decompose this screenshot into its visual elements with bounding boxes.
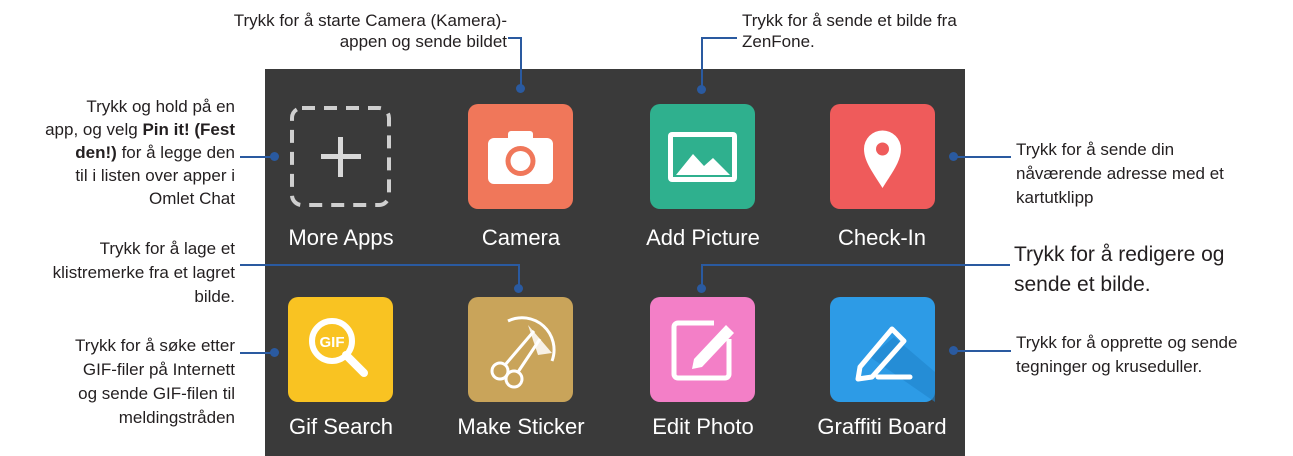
check-in-callout-line <box>953 156 1011 158</box>
add-picture-button[interactable] <box>650 104 755 209</box>
check-in-callout-dot <box>949 152 958 161</box>
more-apps-callout-line <box>240 156 273 158</box>
camera-icon <box>488 131 553 184</box>
check-in-button[interactable] <box>830 104 935 209</box>
camera-callout-dot <box>516 84 525 93</box>
camera-button[interactable] <box>468 104 573 209</box>
plus-icon <box>290 106 391 207</box>
graffiti-board-button[interactable] <box>830 297 935 402</box>
scissors-icon <box>490 316 556 389</box>
camera-callout-line-v <box>520 37 522 88</box>
graffiti-pen-icon <box>855 326 935 402</box>
add-picture-callout: Trykk for å sende et bilde fra ZenFone. <box>742 11 957 51</box>
gif-search-callout-dot <box>270 348 279 357</box>
check-in-callout: Trykk for å sende din nåværende adresse … <box>1016 140 1224 207</box>
camera-callout: Trykk for å starte Camera (Kamera)- appe… <box>233 11 507 51</box>
make-sticker-callout: Trykk for å lage et klistremerke fra et … <box>52 239 235 306</box>
gif-search-callout-line <box>240 352 273 354</box>
make-sticker-callout-line <box>240 264 520 266</box>
edit-photo-button[interactable] <box>650 297 755 402</box>
edit-photo-label: Edit Photo <box>652 414 754 439</box>
map-pin-icon <box>864 130 901 188</box>
add-picture-callout-dot <box>697 85 706 94</box>
add-picture-label: Add Picture <box>646 225 760 250</box>
add-picture-callout-line-v <box>701 37 703 89</box>
more-apps-callout-dot <box>270 152 279 161</box>
more-apps-callout: Trykk og hold på en app, og velg Pin it!… <box>45 97 235 208</box>
check-in-label: Check-In <box>837 225 927 250</box>
edit-photo-callout-dot <box>697 284 706 293</box>
make-sticker-button[interactable] <box>468 297 573 402</box>
graffiti-board-callout-dot <box>949 346 958 355</box>
make-sticker-label: Make Sticker <box>457 414 585 439</box>
gif-search-icon: GIF <box>309 318 368 377</box>
more-apps-button[interactable] <box>288 104 393 209</box>
camera-label: Camera <box>481 225 561 250</box>
edit-photo-callout: Trykk for å redigere og sende et bilde. <box>1014 243 1225 296</box>
gif-search-button[interactable]: GIF <box>288 297 393 402</box>
edit-photo-callout-line <box>701 264 1010 266</box>
picture-icon <box>668 132 737 182</box>
gif-search-label: Gif Search <box>289 414 393 439</box>
more-apps-label: More Apps <box>288 225 394 250</box>
graffiti-board-callout: Trykk for å opprette og sende tegninger … <box>1016 333 1238 376</box>
add-picture-callout-line <box>701 37 737 39</box>
gif-search-callout: Trykk for å søke etter GIF-filer på Inte… <box>75 336 235 427</box>
graffiti-board-label: Graffiti Board <box>817 414 947 439</box>
graffiti-board-callout-line <box>953 350 1011 352</box>
make-sticker-callout-dot <box>514 284 523 293</box>
svg-text:GIF: GIF <box>320 334 345 351</box>
pencil-icon <box>671 320 734 381</box>
